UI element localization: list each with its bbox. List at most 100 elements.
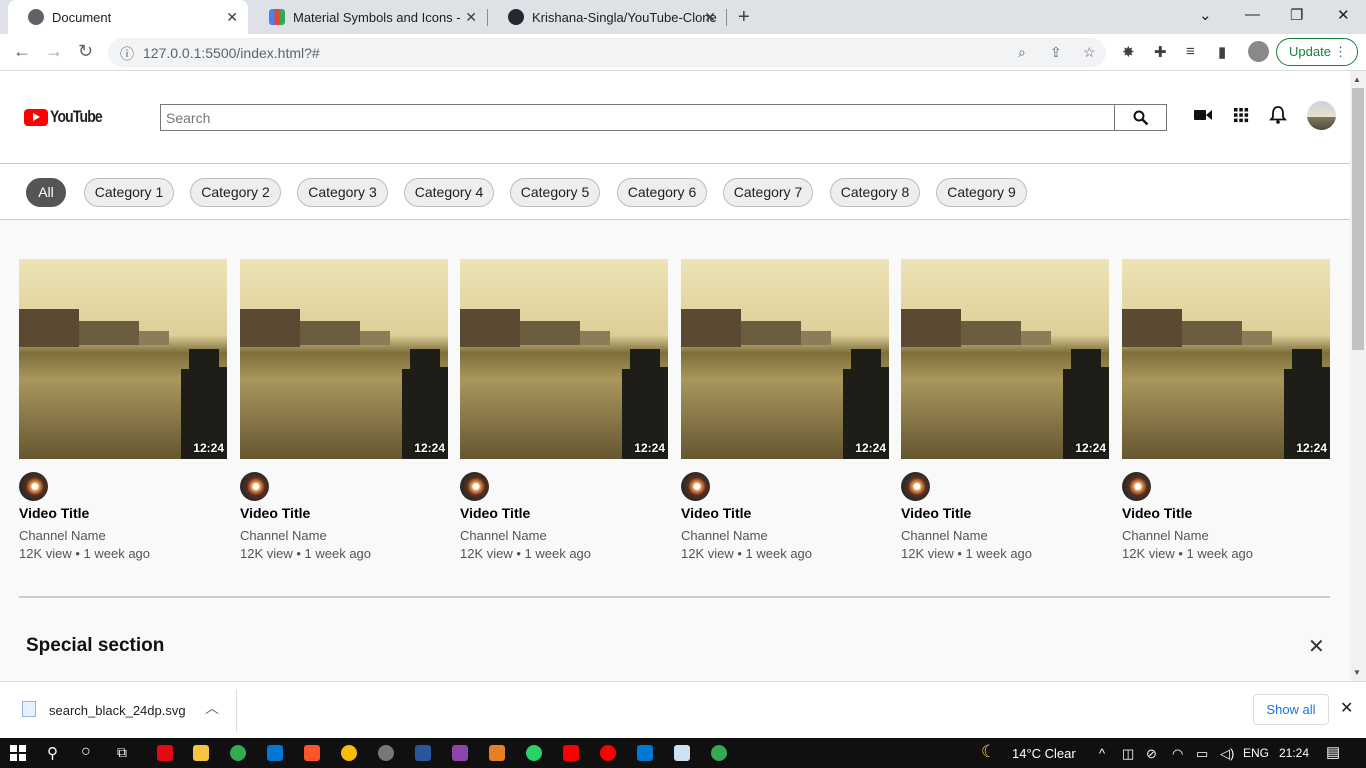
media-control-icon[interactable]: ≡ [1186,43,1195,60]
app-icon[interactable] [489,745,505,761]
info-icon[interactable]: ⓘ [120,44,134,64]
bookmark-star-icon[interactable]: ☆ [1083,44,1096,61]
video-title[interactable]: Video Title [240,505,448,521]
tab-document[interactable]: Document ✕ [8,0,248,34]
update-button[interactable]: Update ⋮ [1276,38,1358,66]
apps-grid-icon[interactable] [1231,105,1251,125]
channel-avatar[interactable] [240,472,269,501]
channel-name[interactable]: Channel Name [901,528,1109,543]
minimize-icon[interactable]: — [1245,6,1260,23]
new-tab-button[interactable]: + [738,6,750,29]
channel-avatar[interactable] [901,472,930,501]
video-card[interactable]: 12:24 Video Title Channel Name 12K view … [460,259,668,561]
video-title[interactable]: Video Title [460,505,668,521]
cortana-icon[interactable]: ○ [81,743,91,761]
volume-icon[interactable]: ◁) [1220,746,1234,762]
extension-bug-icon[interactable]: ✸ [1122,43,1135,61]
notification-bell-icon[interactable] [1268,105,1288,125]
weather-moon-icon[interactable]: ☾ [981,742,996,762]
search-button[interactable] [1115,104,1167,131]
channel-name[interactable]: Channel Name [240,528,448,543]
video-card[interactable]: 12:24 Video Title Channel Name 12K view … [1122,259,1330,561]
tray-chevron-icon[interactable]: ^ [1099,746,1105,761]
video-card[interactable]: 12:24 Video Title Channel Name 12K view … [19,259,227,561]
clock[interactable]: 21:24 [1279,746,1309,760]
channel-name[interactable]: Channel Name [1122,528,1330,543]
search-input[interactable] [160,104,1115,131]
user-avatar[interactable] [1307,101,1336,130]
video-thumbnail[interactable]: 12:24 [240,259,448,459]
window-close-icon[interactable]: ✕ [1337,6,1350,24]
chip-category-3[interactable]: Category 3 [297,178,388,207]
brave-icon[interactable] [304,745,320,761]
notepad-icon[interactable] [674,745,690,761]
extensions-puzzle-icon[interactable]: ✚ [1154,43,1167,61]
network-icon[interactable]: ◫ [1122,746,1134,762]
chip-all[interactable]: All [26,178,66,207]
chevron-up-icon[interactable]: ︿ [205,698,219,718]
video-card[interactable]: 12:24 Video Title Channel Name 12K view … [681,259,889,561]
profile-avatar[interactable] [1248,41,1269,62]
weather-text[interactable]: 14°C Clear [1012,746,1076,761]
obs-icon[interactable] [378,745,394,761]
chip-category-6[interactable]: Category 6 [617,178,707,207]
video-thumbnail[interactable]: 12:24 [1122,259,1330,459]
chip-category-5[interactable]: Category 5 [510,178,600,207]
chip-category-2[interactable]: Category 2 [190,178,281,207]
chrome-profile-icon[interactable] [341,745,357,761]
more-menu-icon[interactable]: ⋮ [1334,39,1347,65]
close-icon[interactable]: ✕ [704,9,716,26]
channel-name[interactable]: Channel Name [681,528,889,543]
video-thumbnail[interactable]: 12:24 [901,259,1109,459]
channel-avatar[interactable] [19,472,48,501]
chip-category-1[interactable]: Category 1 [84,178,174,207]
netflix-icon[interactable] [157,745,173,761]
channel-name[interactable]: Channel Name [460,528,668,543]
scroll-down-icon[interactable]: ▼ [1353,668,1361,677]
chip-category-9[interactable]: Category 9 [936,178,1027,207]
app-icon[interactable] [637,745,653,761]
app-icon[interactable] [452,745,468,761]
side-panel-icon[interactable]: ▮ [1218,43,1226,61]
channel-name[interactable]: Channel Name [19,528,227,543]
chip-category-7[interactable]: Category 7 [723,178,813,207]
restore-icon[interactable]: ❐ [1290,6,1303,24]
search-icon[interactable]: ⚲ [47,744,58,762]
video-card[interactable]: 12:24 Video Title Channel Name 12K view … [240,259,448,561]
chrome-icon[interactable] [711,745,727,761]
channel-avatar[interactable] [460,472,489,501]
windows-start-icon[interactable] [10,745,26,761]
video-thumbnail[interactable]: 12:24 [681,259,889,459]
video-thumbnail[interactable]: 12:24 [460,259,668,459]
chip-category-8[interactable]: Category 8 [830,178,920,207]
share-icon[interactable]: ⇪ [1050,44,1062,61]
close-icon[interactable]: ✕ [465,9,477,26]
chrome-icon[interactable] [230,745,246,761]
back-icon[interactable]: ← [13,41,31,62]
address-bar[interactable]: ⓘ 127.0.0.1:5500/index.html?# ⌕ ⇪ ☆ [108,38,1106,67]
vscode-icon[interactable] [267,745,283,761]
video-thumbnail[interactable]: 12:24 [19,259,227,459]
tab-github[interactable]: Krishana-Singla/YouTube-Clone ✕ [488,0,726,34]
youtube-icon[interactable] [563,745,579,761]
youtube-logo[interactable]: YouTube [24,107,113,127]
chip-category-4[interactable]: Category 4 [404,178,494,207]
location-icon[interactable]: ⊘ [1146,746,1157,762]
video-title[interactable]: Video Title [681,505,889,521]
zoom-icon[interactable]: ⌕ [1018,44,1026,61]
video-card[interactable]: 12:24 Video Title Channel Name 12K view … [901,259,1109,561]
wifi-icon[interactable]: ◠ [1172,746,1183,762]
tab-search-icon[interactable]: ⌄ [1199,6,1212,24]
language-indicator[interactable]: ENG [1243,746,1269,760]
close-icon[interactable]: ✕ [1340,698,1353,718]
tab-material-symbols[interactable]: Material Symbols and Icons - Goo ✕ [249,0,487,34]
special-section-close-icon[interactable]: ✕ [1308,634,1325,659]
task-view-icon[interactable]: ⧉ [117,744,127,761]
channel-avatar[interactable] [681,472,710,501]
notification-center-icon[interactable]: ▤ [1326,743,1340,761]
video-camera-icon[interactable] [1193,105,1213,125]
close-icon[interactable]: ✕ [226,9,238,26]
whatsapp-icon[interactable] [526,745,542,761]
battery-icon[interactable]: ▭ [1196,746,1208,762]
channel-avatar[interactable] [1122,472,1151,501]
